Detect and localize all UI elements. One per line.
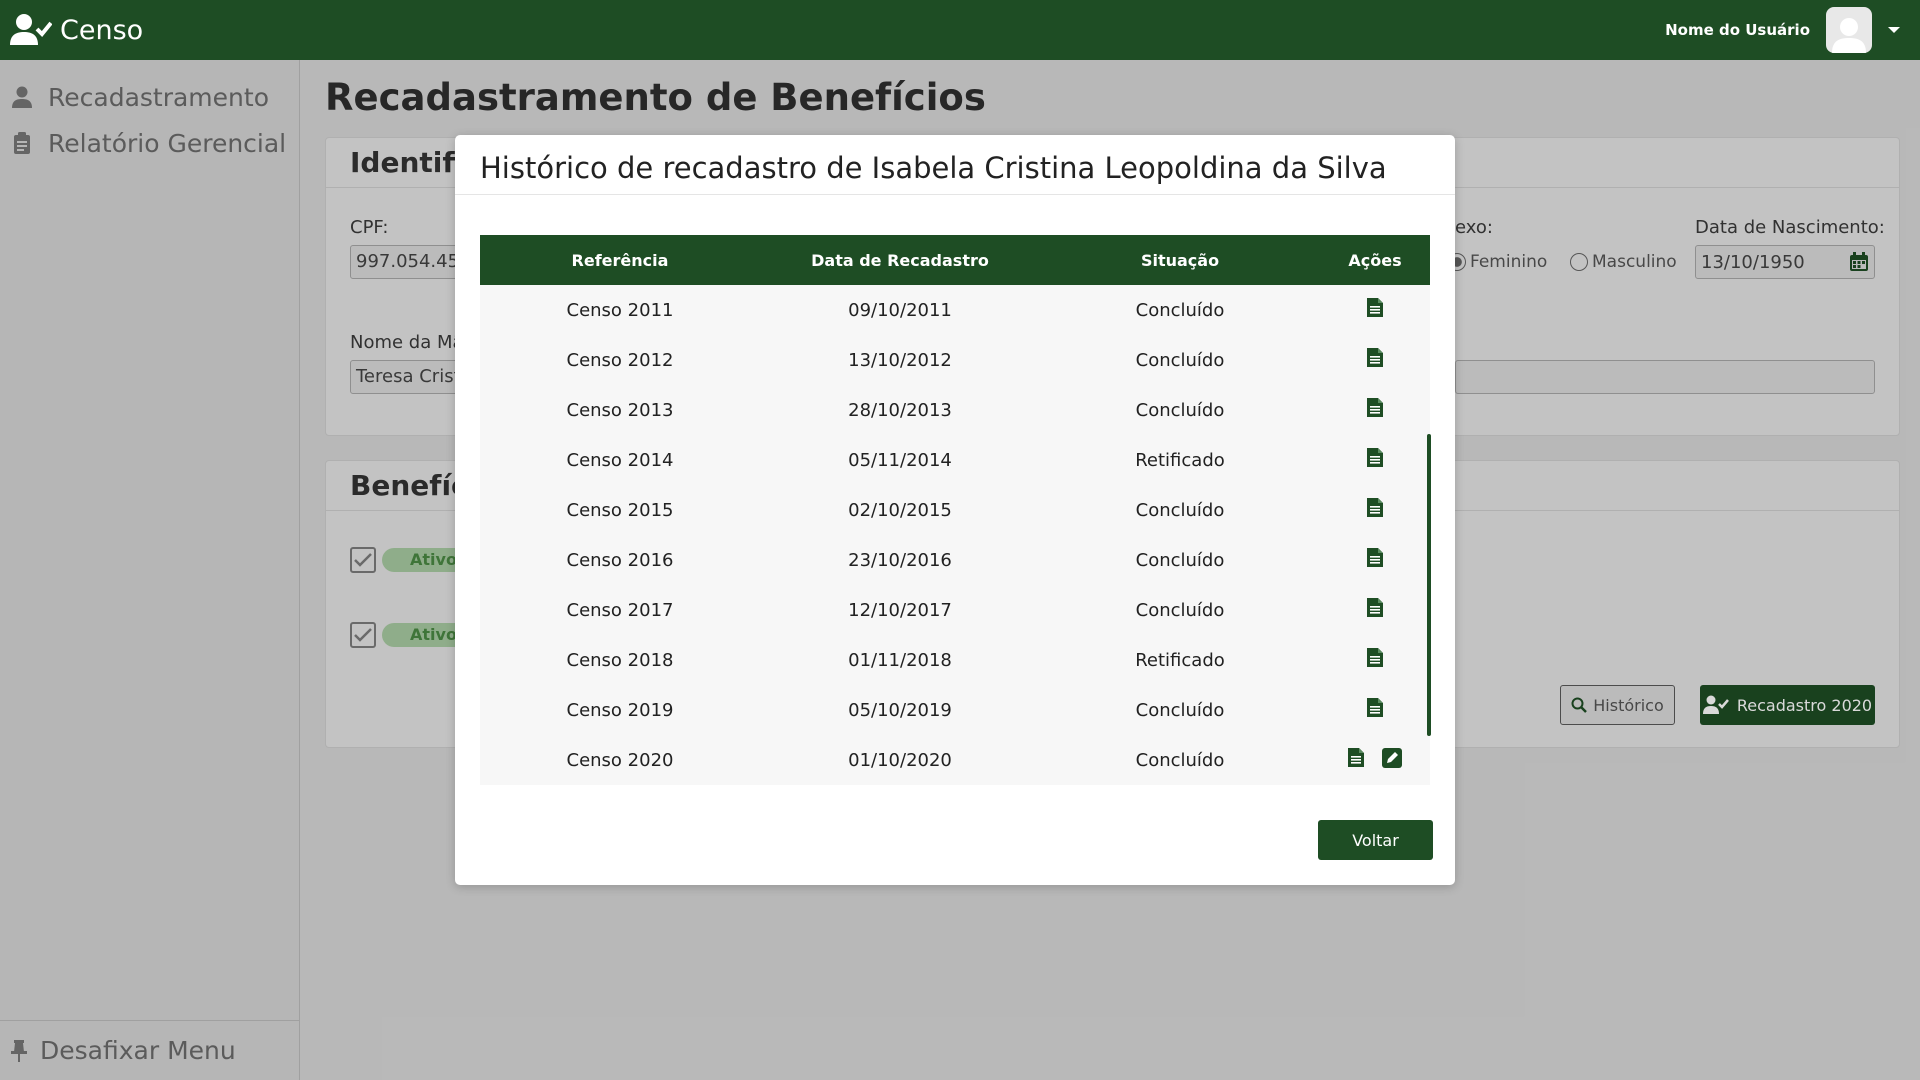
app-name: Censo [60,14,144,46]
date-cell: 01/10/2020 [848,749,952,771]
date-cell: 02/10/2015 [848,499,952,521]
status-cell: Concluído [1135,499,1225,521]
actions-cell [1320,348,1430,372]
back-button[interactable]: Voltar [1318,820,1433,860]
actions-cell [1320,648,1430,672]
actions-cell [1320,548,1430,572]
date-cell: 12/10/2017 [848,599,952,621]
document-icon[interactable] [1367,698,1383,722]
actions-cell [1320,498,1430,522]
table-row: Censo 2012 13/10/2012 Concluído [480,335,1430,385]
status-cell: Concluído [1135,399,1225,421]
table-row: Censo 2018 01/11/2018 Retificado [480,635,1430,685]
date-cell: 05/11/2014 [848,449,952,471]
reference-cell: Censo 2020 [566,749,674,771]
table-row: Censo 2017 12/10/2017 Concluído [480,585,1430,635]
table-row: Censo 2019 05/10/2019 Concluído [480,685,1430,735]
table-row: Censo 2015 02/10/2015 Concluído [480,485,1430,535]
reference-cell: Censo 2017 [566,599,674,621]
column-header-reference: Referência [571,250,669,270]
date-cell: 09/10/2011 [848,299,952,321]
actions-cell [1320,747,1430,773]
document-icon[interactable] [1367,548,1383,572]
date-cell: 28/10/2013 [848,399,952,421]
status-cell: Concluído [1135,299,1225,321]
document-icon[interactable] [1348,747,1364,773]
reference-cell: Censo 2019 [566,699,674,721]
reference-cell: Censo 2013 [566,399,674,421]
actions-cell [1320,398,1430,422]
document-icon[interactable] [1367,498,1383,522]
reference-cell: Censo 2012 [566,349,674,371]
reference-cell: Censo 2016 [566,549,674,571]
status-cell: Retificado [1135,649,1225,671]
document-icon[interactable] [1367,648,1383,672]
chevron-down-icon[interactable] [1888,27,1900,33]
document-icon[interactable] [1367,448,1383,472]
table-header: Referência Data de Recadastro Situação A… [480,235,1430,285]
reference-cell: Censo 2011 [566,299,674,321]
column-header-actions: Ações [1348,250,1402,270]
column-header-date: Data de Recadastro [811,250,989,270]
user-menu[interactable]: Nome do Usuário [1665,0,1900,60]
actions-cell [1320,448,1430,472]
date-cell: 01/11/2018 [848,649,952,671]
reference-cell: Censo 2015 [566,499,674,521]
user-check-icon [10,14,52,45]
reference-cell: Censo 2018 [566,649,674,671]
top-bar: Censo Nome do Usuário [0,0,1920,60]
document-icon[interactable] [1367,298,1383,322]
table-row: Censo 2013 28/10/2013 Concluído [480,385,1430,435]
edit-icon[interactable] [1382,747,1402,773]
avatar-icon [1832,18,1866,53]
status-cell: Concluído [1135,349,1225,371]
modal-title: Histórico de recadastro de Isabela Crist… [455,135,1455,195]
avatar [1826,7,1872,53]
actions-cell [1320,698,1430,722]
table-row: Censo 2020 01/10/2020 Concluído [480,735,1430,785]
user-name: Nome do Usuário [1665,21,1810,39]
table-row: Censo 2016 23/10/2016 Concluído [480,535,1430,585]
status-cell: Concluído [1135,549,1225,571]
history-table: Referência Data de Recadastro Situação A… [480,235,1430,785]
document-icon[interactable] [1367,348,1383,372]
table-row: Censo 2011 09/10/2011 Concluído [480,285,1430,335]
reference-cell: Censo 2014 [566,449,674,471]
history-modal: Histórico de recadastro de Isabela Crist… [455,135,1455,885]
actions-cell [1320,598,1430,622]
actions-cell [1320,298,1430,322]
brand[interactable]: Censo [10,13,143,47]
date-cell: 05/10/2019 [848,699,952,721]
table-body: Censo 2011 09/10/2011 Concluído Censo 2012 1… [480,285,1430,785]
column-header-status: Situação [1140,250,1220,270]
date-cell: 13/10/2012 [848,349,952,371]
status-cell: Concluído [1135,699,1225,721]
scrollbar[interactable] [1427,434,1431,736]
date-cell: 23/10/2016 [848,549,952,571]
status-cell: Retificado [1135,449,1225,471]
table-row: Censo 2014 05/11/2014 Retificado [480,435,1430,485]
status-cell: Concluído [1135,599,1225,621]
document-icon[interactable] [1367,598,1383,622]
document-icon[interactable] [1367,398,1383,422]
status-cell: Concluído [1135,749,1225,771]
